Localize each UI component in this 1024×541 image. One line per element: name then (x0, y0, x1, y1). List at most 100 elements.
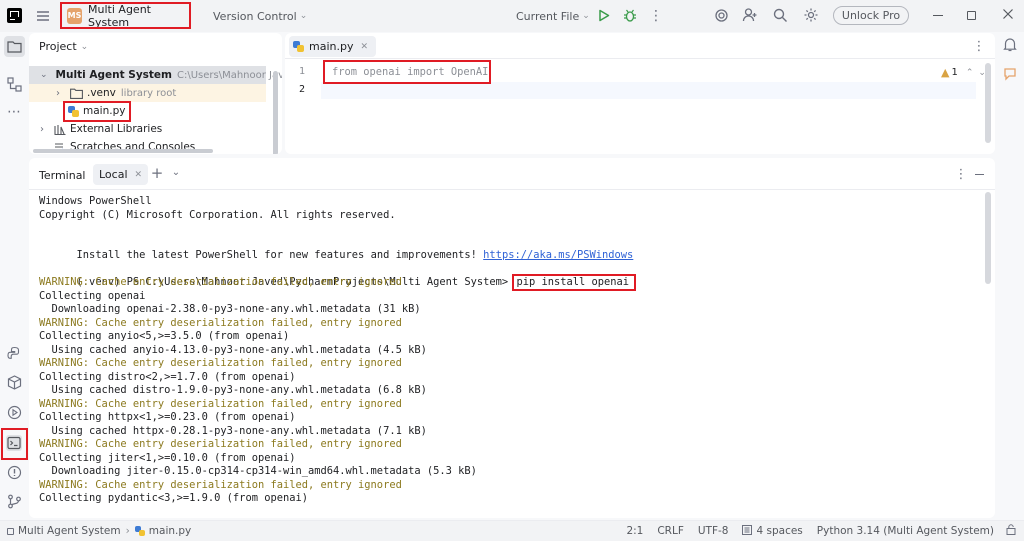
line-number: 2 (298, 84, 305, 95)
breadcrumb: Multi Agent System › main.py (7, 525, 191, 537)
tree-item-hint: library root (120, 87, 177, 99)
version-control-menu[interactable]: Version Control ⌄ (213, 8, 307, 24)
ai-chat-icon[interactable] (1003, 67, 1017, 84)
terminal-install-line: Install the latest PowerShell for new fe… (39, 236, 984, 261)
warning-indicator[interactable]: ▲ 1 ⌃ ⌄ (941, 66, 986, 79)
structure-icon[interactable] (7, 77, 22, 95)
python-packages-icon[interactable] (7, 375, 22, 393)
search-icon[interactable] (773, 8, 788, 26)
chevron-down-icon: ⌄ (80, 41, 89, 52)
title-bar: MS Multi Agent System Version Control ⌄ … (0, 0, 1024, 32)
terminal-line: Collecting jiter<1,>=0.10.0 (from openai… (39, 451, 296, 464)
terminal-warning-line: WARNING: Cache entry deserialization fai… (39, 316, 402, 329)
tree-item-external-libraries[interactable]: › External Libraries (29, 120, 266, 138)
chevron-down-icon: ⌄ (40, 70, 48, 80)
line-ending[interactable]: CRLF (657, 525, 684, 537)
terminal-output[interactable]: Windows PowerShell Copyright (C) Microso… (39, 195, 984, 517)
python-interpreter[interactable]: Python 3.14 (Multi Agent System) (817, 525, 994, 537)
new-tab-plus-icon[interactable]: + (150, 165, 164, 180)
terminal-tab-local[interactable]: Local ✕ (93, 164, 149, 185)
chevron-right-icon: › (40, 123, 44, 135)
terminal-warning-line: WARNING: Cache entry deserialization fai… (39, 478, 402, 491)
pycharm-icon[interactable] (7, 8, 22, 23)
indent-setting[interactable]: 4 spaces (756, 525, 802, 537)
terminal-line: Using cached distro-1.9.0-py3-none-any.w… (39, 384, 427, 396)
terminal-title[interactable]: Terminal (39, 169, 86, 182)
folder-icon (70, 88, 83, 99)
tree-item-label: External Libraries (70, 123, 163, 135)
unlock-pro-button[interactable]: Unlock Pro (833, 6, 909, 25)
terminal-vertical-scrollbar[interactable] (985, 192, 991, 284)
editor-tab-bar: main.py ✕ ⋮ (285, 33, 995, 59)
minimize-icon[interactable] (933, 15, 943, 16)
project-panel-header[interactable]: Project ⌄ (39, 40, 88, 53)
terminal-line: Collecting distro<2,>=1.7.0 (from openai… (39, 370, 296, 383)
terminal-line: Collecting pydantic<3,>=1.9.0 (from open… (39, 492, 308, 504)
tree-item-venv[interactable]: › .venv library root (29, 84, 266, 102)
terminal-prompt-line: (.venv) PS C:\Users\Mahnoor Javed\Pychar… (39, 263, 984, 291)
chevron-down-icon[interactable]: ⌄ (170, 166, 182, 180)
code-line-1: from openai import OpenAI (323, 60, 491, 84)
library-icon (54, 124, 66, 135)
close-window-icon[interactable] (1002, 8, 1014, 23)
debug-icon[interactable] (623, 8, 637, 26)
tree-item-main-py[interactable]: main.py (62, 100, 132, 122)
file-encoding[interactable]: UTF-8 (698, 525, 729, 537)
project-folder-icon[interactable] (4, 36, 25, 57)
breadcrumb-item[interactable]: Multi Agent System (18, 525, 121, 537)
chevron-down-icon: ⌄ (582, 11, 590, 21)
python-console-icon[interactable] (7, 346, 22, 364)
terminal-line: Using cached httpx-0.28.1-py3-none-any.w… (39, 424, 427, 437)
more-actions-icon[interactable]: ⋮ (649, 8, 663, 24)
chevron-right-icon: › (56, 87, 60, 99)
breadcrumb-item[interactable]: main.py (149, 525, 191, 537)
ai-assistant-icon[interactable] (714, 8, 729, 26)
hide-panel-icon[interactable] (975, 174, 984, 175)
terminal-header: Terminal Local ✕ + ⌄ ⋮ (29, 158, 995, 190)
terminal-line: Collecting anyio<5,>=3.5.0 (from openai) (39, 330, 290, 342)
line-number: 1 (298, 66, 305, 77)
editor-options-icon[interactable]: ⋮ (973, 39, 986, 53)
run-icon[interactable] (598, 9, 610, 25)
hamburger-menu-icon[interactable] (35, 8, 51, 24)
add-user-icon[interactable] (742, 7, 758, 26)
services-icon[interactable] (7, 405, 22, 423)
terminal-command: pip install openai (512, 274, 637, 291)
tree-item-label: .venv (87, 87, 116, 99)
problems-icon[interactable] (7, 465, 22, 483)
project-selector[interactable]: MS Multi Agent System (60, 2, 191, 29)
terminal-warning-line: WARNING: Cache entry deserialization fai… (39, 357, 402, 369)
code-text: from openai import OpenAI (332, 66, 489, 78)
tree-item-project-root[interactable]: ⌄ Multi Agent System C:\Users\Mahnoor Ja… (29, 66, 282, 84)
close-tab-icon[interactable]: ✕ (135, 170, 143, 180)
install-text: Install the latest PowerShell for new fe… (76, 249, 484, 261)
python-file-icon (134, 526, 145, 536)
terminal-tab-label: Local (99, 168, 128, 181)
cursor-position[interactable]: 2:1 (626, 525, 643, 537)
warning-count: 1 (951, 67, 958, 78)
project-horizontal-scrollbar[interactable] (33, 149, 213, 153)
run-config-selector[interactable]: Current File ⌄ (516, 8, 590, 24)
chevron-up-icon[interactable]: ⌃ (966, 68, 974, 78)
editor-tab-main-py[interactable]: main.py ✕ (289, 36, 377, 57)
tree-item-label: Multi Agent System (55, 69, 172, 81)
lock-icon[interactable] (1006, 524, 1016, 538)
editor-vertical-scrollbar[interactable] (985, 63, 991, 143)
tree-item-hint: C:\Users\Mahnoor Javed (177, 69, 282, 81)
tree-item-label: main.py (83, 105, 126, 117)
terminal-line: Using cached anyio-4.13.0-py3-none-any.w… (39, 343, 427, 356)
project-panel-title: Project (39, 40, 77, 53)
restore-icon[interactable] (967, 11, 976, 20)
close-tab-icon[interactable]: ✕ (360, 42, 368, 52)
terminal-icon[interactable] (1, 428, 28, 460)
notifications-bell-icon[interactable] (1003, 37, 1017, 55)
git-icon[interactable] (7, 494, 22, 512)
settings-gear-icon[interactable] (803, 7, 819, 26)
powershell-link[interactable]: https://aka.ms/PSWindows (483, 249, 633, 261)
terminal-options-icon[interactable]: ⋮ (955, 167, 968, 181)
project-vertical-scrollbar[interactable] (273, 71, 278, 154)
more-icon[interactable]: ⋯ (6, 105, 22, 119)
project-tree: ⌄ Multi Agent System C:\Users\Mahnoor Ja… (29, 66, 282, 154)
code-area[interactable]: from openai import OpenAI (323, 60, 965, 142)
